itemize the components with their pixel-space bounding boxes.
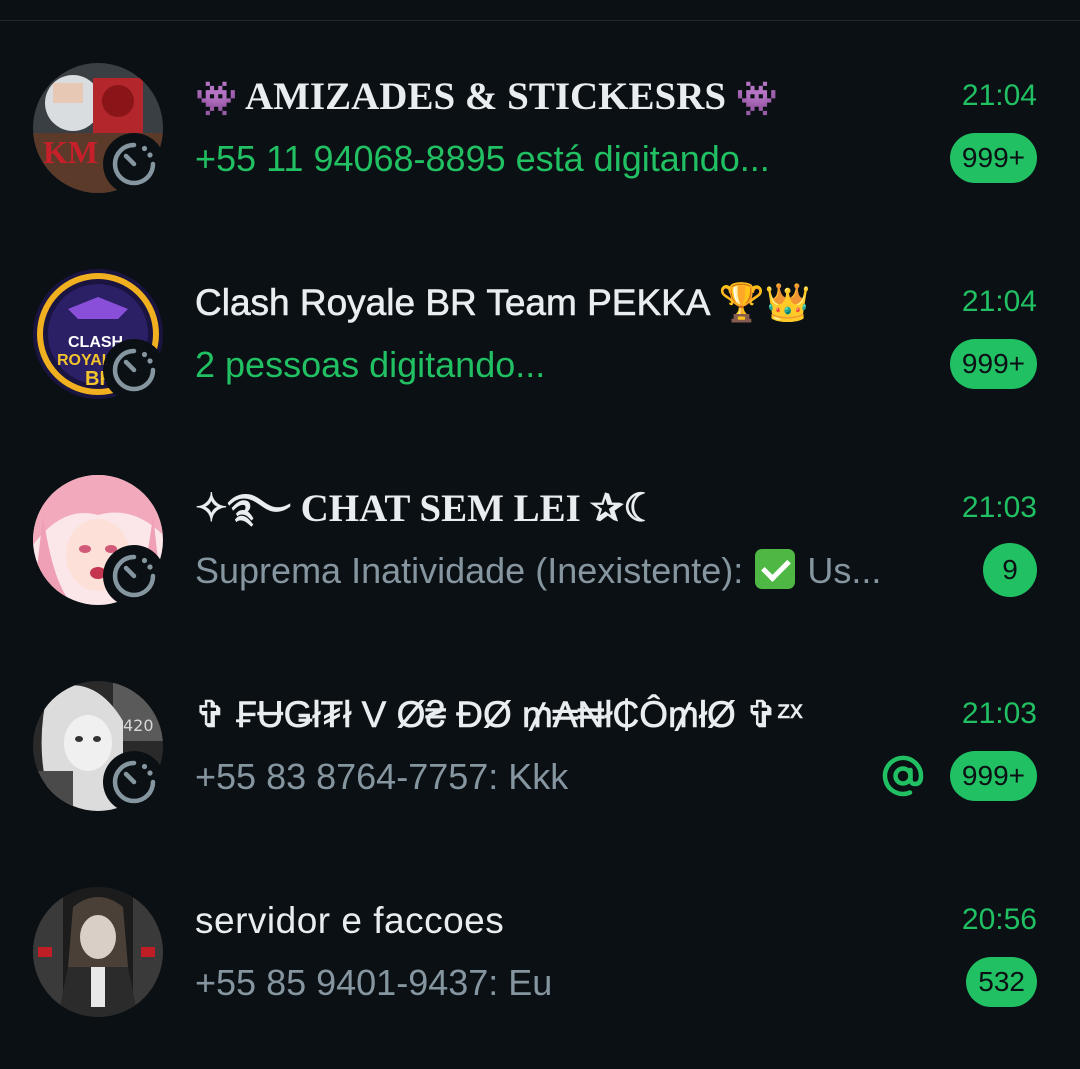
chat-title: Clash Royale BR Team PEKKA 🏆👑 — [195, 282, 811, 324]
chat-row[interactable]: CLASH ROYALE BR Clash Royale BR Team PEK… — [0, 236, 1080, 442]
preview-text: Us... — [807, 550, 882, 591]
chat-preview: +55 11 94068-8895 está digitando... — [195, 138, 770, 179]
chat-avatar[interactable] — [33, 887, 163, 1017]
chat-row[interactable]: ✧࿐ CHAT SEM LEI ✰☾ 21:03 Suprema Inativi… — [0, 442, 1080, 648]
chat-time: 21:03 — [961, 697, 1037, 730]
chat-row[interactable]: 420 ✞ ₣ɄǤł₮ł V Ø₴ ĐØ ₥₳₦ł₵Ô₥łØ ✞ᶻˣ 21:03 — [0, 648, 1080, 854]
chat-time: 21:04 — [961, 285, 1037, 318]
preview-sender: Suprema Inatividade (Inexistente): — [195, 550, 744, 591]
disappearing-timer-icon — [103, 133, 165, 195]
chat-preview: +55 85 9401-9437: Eu — [195, 962, 553, 1003]
unread-badge: 999+ — [949, 133, 1037, 183]
disappearing-timer-icon — [103, 339, 165, 401]
chat-preview: Suprema Inatividade (Inexistente): Us... — [195, 547, 950, 595]
svg-text:420: 420 — [123, 716, 154, 735]
chat-avatar[interactable]: KM — [33, 63, 165, 195]
svg-text:KM: KM — [43, 134, 98, 170]
chat-preview: +55 83 8764-7757: Kkk — [195, 756, 569, 797]
chat-row[interactable]: KM 👾 AMIZADES & STICKESRS 👾 21:04 +55 11… — [0, 30, 1080, 236]
at-mention-icon — [879, 752, 927, 800]
chat-title: ✧࿐ CHAT SEM LEI ✰☾ — [195, 487, 659, 530]
unread-badge: 999+ — [949, 751, 1037, 801]
chat-preview: 2 pessoas digitando... — [195, 344, 546, 385]
chat-avatar[interactable]: CLASH ROYALE BR — [33, 269, 165, 401]
check-mark-emoji — [755, 549, 796, 589]
chat-title: servidor e faccoes — [195, 900, 505, 941]
group-avatar-icon — [33, 887, 163, 1017]
chat-time: 21:04 — [961, 79, 1037, 112]
alien-monster-emoji: 👾 — [195, 81, 238, 119]
chat-time: 21:03 — [961, 491, 1037, 524]
chat-title: ✞ ₣ɄǤł₮ł V Ø₴ ĐØ ₥₳₦ł₵Ô₥łØ ✞ᶻˣ — [195, 694, 803, 736]
alien-monster-emoji: 👾 — [735, 81, 779, 119]
chat-row[interactable]: servidor e faccoes 20:56 +55 85 9401-943… — [0, 854, 1080, 1060]
chat-avatar[interactable] — [33, 475, 165, 607]
unread-badge: 9 — [983, 543, 1037, 597]
chat-avatar[interactable]: 420 — [33, 681, 165, 813]
disappearing-timer-icon — [103, 545, 165, 607]
chat-list: KM 👾 AMIZADES & STICKESRS 👾 21:04 +55 11… — [0, 0, 1080, 1069]
chat-title: 👾 AMIZADES & STICKESRS 👾 — [195, 74, 915, 120]
unread-badge: 999+ — [949, 339, 1037, 389]
chat-time: 20:56 — [961, 903, 1037, 936]
unread-badge: 532 — [966, 957, 1037, 1007]
disappearing-timer-icon — [103, 751, 165, 813]
